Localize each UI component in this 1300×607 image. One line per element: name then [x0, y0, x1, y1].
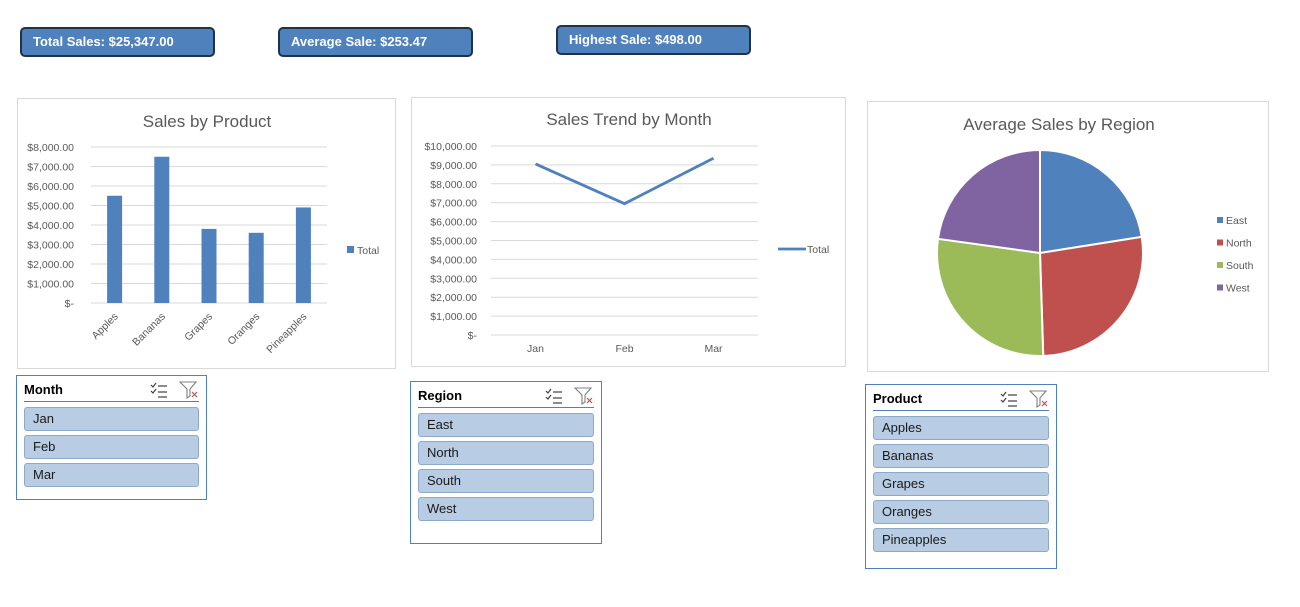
legend-swatch	[1217, 284, 1223, 291]
average-sales-by-region-svg: Average Sales by Region East North South We…	[936, 115, 1254, 357]
bar	[201, 228, 217, 303]
slicer-item-north[interactable]: North	[418, 441, 594, 465]
legend-swatch	[347, 246, 354, 253]
y-tick-label: $8,000.00	[430, 179, 477, 191]
legend-label: Total	[357, 245, 379, 257]
slicer-title: Month	[24, 382, 63, 397]
region-slicer: Region East North South West	[410, 381, 602, 544]
bar	[154, 156, 170, 303]
y-tick-label: $1,000.00	[430, 311, 477, 323]
month-slicer: Month Jan Feb Mar	[16, 375, 207, 500]
multi-select-icon[interactable]	[544, 387, 564, 405]
slicer-item-apples[interactable]: Apples	[873, 416, 1049, 440]
bar	[295, 207, 311, 303]
chart-title: Sales Trend by Month	[546, 110, 711, 129]
bar	[107, 195, 123, 303]
sales-trend-svg: Sales Trend by Month $- $1,000.00 $2,000.0…	[424, 110, 829, 355]
legend-label: West	[1226, 283, 1250, 295]
x-tick-label: Oranges	[225, 311, 262, 348]
slicer-title: Region	[418, 388, 463, 403]
x-tick-label: Grapes	[182, 311, 215, 344]
pie-slice	[936, 148, 1041, 255]
sales-by-product-svg: Sales by Product $- $1,000.00 $2,000.00 $3,…	[27, 112, 379, 356]
slicer-header: Month	[24, 381, 199, 402]
slicer-item-jan[interactable]: Jan	[24, 407, 199, 431]
slicer-header: Region	[418, 387, 594, 408]
x-tick-label: Pineapples	[264, 311, 309, 356]
bar	[248, 232, 264, 303]
y-tick-label: $6,000.00	[430, 217, 477, 229]
y-tick-label: $-	[468, 330, 478, 342]
slicer-title: Product	[873, 391, 923, 406]
slicer-item-oranges[interactable]: Oranges	[873, 500, 1049, 524]
y-tick-label: $7,000.00	[27, 162, 74, 174]
legend-swatch	[1217, 239, 1223, 246]
y-tick-label: $5,000.00	[430, 236, 477, 248]
y-tick-label: $3,000.00	[430, 273, 477, 285]
slicer-item-south[interactable]: South	[418, 469, 594, 493]
sales-by-product-chart[interactable]: Sales by Product $- $1,000.00 $2,000.00 $3,…	[17, 98, 396, 369]
y-tick-label: $2,000.00	[430, 292, 477, 304]
slicer-item-bananas[interactable]: Bananas	[873, 444, 1049, 468]
legend-label: Total	[807, 244, 829, 256]
y-tick-label: $6,000.00	[27, 181, 74, 193]
slicer-header: Product	[873, 390, 1049, 411]
slicer-item-feb[interactable]: Feb	[24, 435, 199, 459]
clear-filter-icon[interactable]	[574, 387, 594, 405]
pie-slice	[936, 237, 1045, 357]
y-tick-label: $-	[65, 298, 75, 310]
x-tick-label: Bananas	[130, 311, 168, 349]
x-tick-label: Apples	[90, 311, 121, 342]
total-sales-kpi: Total Sales: $25,347.00	[20, 27, 215, 57]
product-slicer: Product Apples Bananas Grapes Oranges Pi…	[865, 384, 1057, 569]
legend-label: East	[1226, 215, 1247, 227]
legend-swatch	[1217, 217, 1223, 223]
legend-label: South	[1226, 260, 1254, 272]
legend-swatch	[1217, 262, 1223, 268]
chart-title: Average Sales by Region	[963, 115, 1155, 134]
slicer-item-east[interactable]: East	[418, 413, 594, 437]
slicer-items: Apples Bananas Grapes Oranges Pineapples	[873, 416, 1049, 556]
highest-sale-kpi: Highest Sale: $498.00	[556, 25, 751, 55]
clear-filter-icon[interactable]	[1029, 390, 1049, 408]
legend-label: North	[1226, 238, 1252, 250]
slicer-item-pineapples[interactable]: Pineapples	[873, 528, 1049, 552]
sales-trend-chart[interactable]: Sales Trend by Month $- $1,000.00 $2,000.0…	[411, 97, 846, 367]
y-tick-label: $9,000.00	[430, 160, 477, 172]
pie-slice	[1039, 148, 1143, 255]
y-tick-label: $10,000.00	[424, 141, 477, 153]
pie-slice	[1038, 235, 1144, 357]
average-sale-kpi: Average Sale: $253.47	[278, 27, 473, 57]
clear-filter-icon[interactable]	[179, 381, 199, 399]
multi-select-icon[interactable]	[149, 381, 169, 399]
x-tick-label: Mar	[704, 343, 723, 355]
y-tick-label: $1,000.00	[27, 279, 74, 291]
average-sales-by-region-chart[interactable]: Average Sales by Region East North South We…	[867, 101, 1269, 372]
x-tick-label: Jan	[527, 343, 544, 355]
x-tick-label: Feb	[615, 343, 633, 355]
multi-select-icon[interactable]	[999, 390, 1019, 408]
y-tick-label: $7,000.00	[430, 198, 477, 210]
y-tick-label: $4,000.00	[27, 220, 74, 232]
slicer-item-mar[interactable]: Mar	[24, 463, 199, 487]
y-tick-label: $8,000.00	[27, 142, 74, 154]
y-tick-label: $5,000.00	[27, 201, 74, 213]
slicer-items: East North South West	[418, 413, 594, 525]
y-tick-label: $3,000.00	[27, 240, 74, 252]
slicer-item-grapes[interactable]: Grapes	[873, 472, 1049, 496]
y-tick-label: $4,000.00	[430, 254, 477, 266]
slicer-items: Jan Feb Mar	[24, 407, 199, 491]
y-tick-label: $2,000.00	[27, 259, 74, 271]
chart-title: Sales by Product	[143, 112, 272, 131]
slicer-item-west[interactable]: West	[418, 497, 594, 521]
